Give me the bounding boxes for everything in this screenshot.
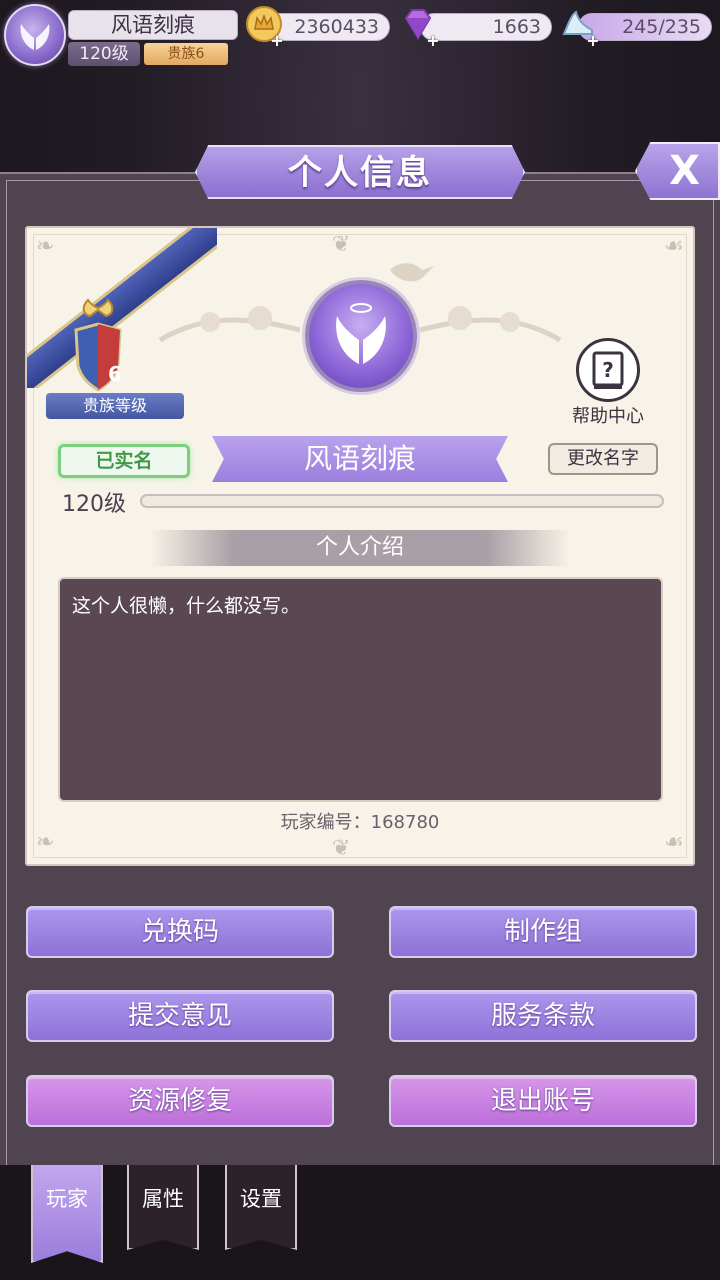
player-avatar[interactable]: [4, 4, 66, 66]
tab-attributes[interactable]: 属性: [127, 1165, 199, 1250]
level-label: 120级: [62, 492, 126, 517]
help-book-icon: ?: [592, 351, 624, 389]
bottom-ornament: ❦: [332, 836, 351, 861]
panel-title: 个人信息: [195, 145, 525, 199]
gem-value: 1663: [492, 16, 541, 38]
wings-icon: [20, 24, 50, 50]
svg-text:?: ?: [602, 358, 614, 382]
tab-bar: [0, 1165, 720, 1280]
intro-title: 个人介绍: [150, 530, 570, 566]
terms-button[interactable]: 服务条款: [389, 990, 697, 1042]
redeem-code-button[interactable]: 兑换码: [26, 906, 334, 958]
add-stamina-button[interactable]: +: [586, 33, 600, 49]
angel-wings-icon: [336, 303, 386, 364]
top-ornament: ❦: [332, 232, 351, 257]
player-name-plate: 风语刻痕: [68, 10, 238, 40]
help-center-button[interactable]: ?: [576, 338, 640, 402]
profile-portrait[interactable]: [305, 280, 417, 392]
close-button[interactable]: X: [635, 142, 720, 200]
player-id: 玩家编号：168780: [280, 812, 440, 833]
profile-name: 风语刻痕: [212, 436, 508, 482]
repair-resources-button[interactable]: 资源修复: [26, 1075, 334, 1127]
corner-ornament-tl: ❧: [36, 234, 55, 259]
rename-button[interactable]: 更改名字: [548, 443, 658, 475]
add-gold-button[interactable]: +: [270, 33, 284, 49]
tab-player[interactable]: 玩家: [31, 1165, 103, 1263]
add-gem-button[interactable]: +: [426, 33, 440, 49]
noble-badge: 贵族6: [144, 43, 228, 65]
tab-settings[interactable]: 设置: [225, 1165, 297, 1250]
stamina-value: 245/235: [622, 16, 701, 38]
noble-shield-icon: [74, 298, 122, 392]
logout-button[interactable]: 退出账号: [389, 1075, 697, 1127]
level-progress-bar: [140, 494, 664, 508]
noble-level-label: 贵族等级: [46, 393, 184, 419]
top-bar: 风语刻痕 120级 贵族6 2360433 + 1663 + 245/235 +: [0, 0, 720, 80]
gold-value: 2360433: [294, 16, 379, 38]
help-center-label: 帮助中心: [572, 406, 644, 427]
credits-button[interactable]: 制作组: [389, 906, 697, 958]
corner-ornament-tr: ☙: [664, 234, 684, 259]
feedback-button[interactable]: 提交意见: [26, 990, 334, 1042]
noble-level-number: 6: [108, 362, 122, 386]
intro-textarea[interactable]: 这个人很懒，什么都没写。: [58, 577, 663, 802]
player-level: 120级: [68, 42, 140, 66]
verified-badge: 已实名: [58, 444, 190, 478]
